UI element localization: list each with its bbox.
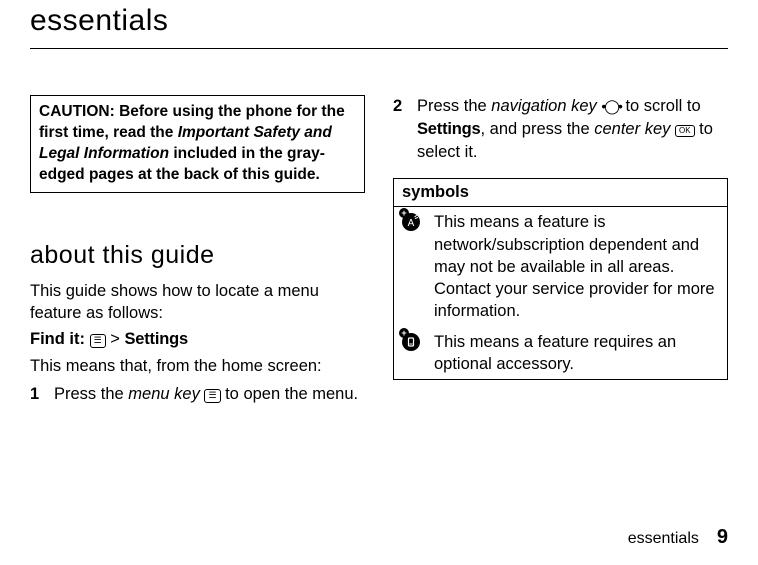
find-it-line: Find it: ☰ > Settings bbox=[30, 330, 365, 349]
footer-section-label: essentials bbox=[628, 530, 699, 548]
symbols-row: A This means a feature is network/subscr… bbox=[394, 207, 727, 326]
symbols-row-text: This means a feature requires an optiona… bbox=[434, 331, 719, 376]
symbols-table: symbols A This means a feature is networ… bbox=[393, 178, 728, 380]
step-1: 1 Press the menu key ☰ to open the menu. bbox=[30, 383, 365, 406]
find-it-target: Settings bbox=[124, 330, 188, 348]
step-2-center-key: center key bbox=[594, 120, 670, 138]
step-2-pre: Press the bbox=[417, 97, 491, 115]
symbols-header: symbols bbox=[394, 179, 727, 207]
page-number: 9 bbox=[717, 526, 728, 549]
step-number: 2 bbox=[393, 95, 405, 164]
step-2-target: Settings bbox=[417, 120, 481, 138]
step-2: 2 Press the navigation key •◯• to scroll… bbox=[393, 95, 728, 164]
caution-box: CAUTION: Before using the phone for the … bbox=[30, 95, 365, 193]
ok-key-icon: OK bbox=[675, 125, 695, 137]
step-2-mid2: , and press the bbox=[481, 120, 595, 138]
step-text: Press the navigation key •◯• to scroll t… bbox=[417, 95, 728, 164]
footer: essentials 9 bbox=[628, 526, 728, 549]
accessory-required-icon bbox=[402, 331, 424, 376]
navigation-key-icon: •◯• bbox=[601, 97, 620, 117]
menu-key-icon: ☰ bbox=[90, 334, 106, 348]
menu-key-icon: ☰ bbox=[204, 389, 220, 403]
symbols-row: This means a feature requires an optiona… bbox=[394, 327, 727, 380]
step-2-nav-key: navigation key bbox=[491, 97, 597, 115]
means-text: This means that, from the home screen: bbox=[30, 355, 365, 377]
find-it-sep: > bbox=[110, 330, 124, 348]
step-number: 1 bbox=[30, 383, 42, 406]
step-1-pre: Press the bbox=[54, 385, 128, 403]
step-text: Press the menu key ☰ to open the menu. bbox=[54, 383, 365, 406]
left-column: CAUTION: Before using the phone for the … bbox=[30, 95, 365, 413]
right-column: 2 Press the navigation key •◯• to scroll… bbox=[393, 95, 728, 413]
page-title: essentials bbox=[30, 0, 728, 49]
step-1-key: menu key bbox=[128, 385, 200, 403]
symbols-row-text: This means a feature is network/subscrip… bbox=[434, 211, 719, 322]
network-dependent-icon: A bbox=[402, 211, 424, 322]
about-heading: about this guide bbox=[30, 241, 365, 270]
step-1-post: to open the menu. bbox=[221, 385, 359, 403]
find-it-label: Find it: bbox=[30, 330, 85, 348]
about-intro: This guide shows how to locate a menu fe… bbox=[30, 280, 365, 325]
step-2-mid1: to scroll to bbox=[621, 97, 701, 115]
svg-text:A: A bbox=[408, 218, 415, 229]
content-columns: CAUTION: Before using the phone for the … bbox=[30, 95, 728, 413]
